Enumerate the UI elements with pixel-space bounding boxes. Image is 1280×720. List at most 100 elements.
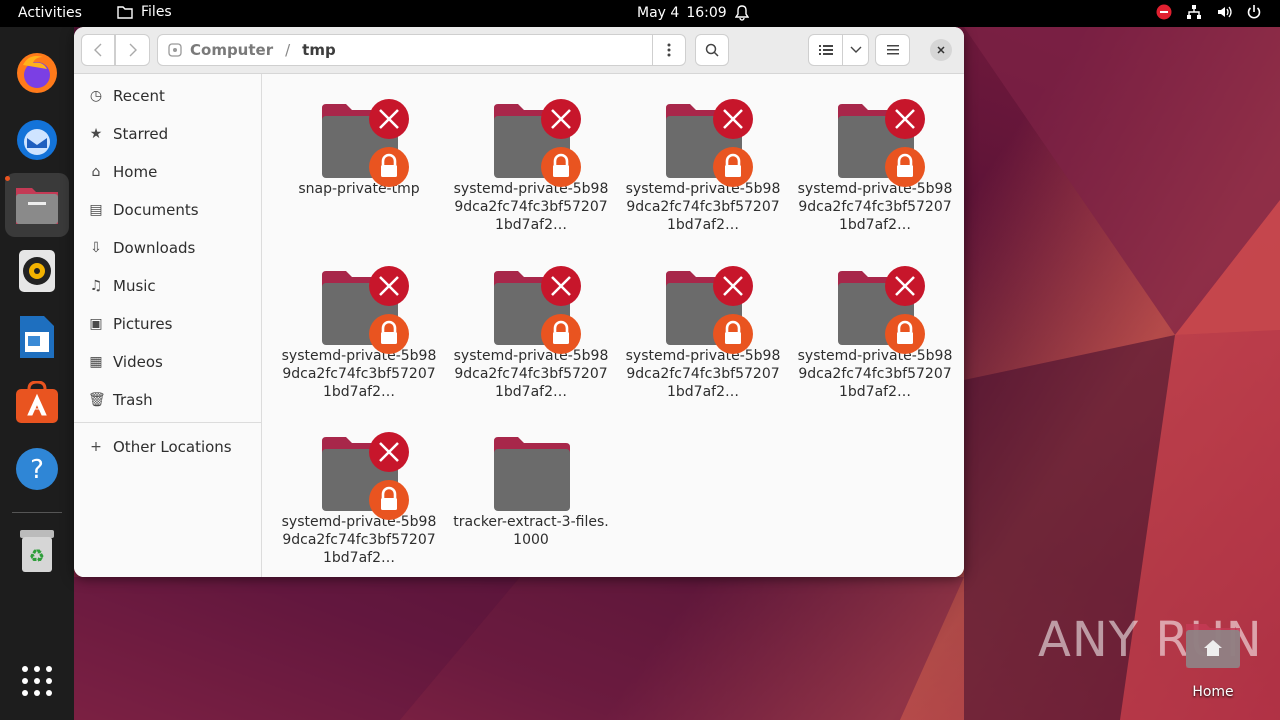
path-menu-button[interactable] (653, 43, 685, 57)
thunderbird-icon[interactable] (13, 115, 61, 163)
sidebar-item-pictures[interactable]: ▣ Pictures (88, 312, 172, 336)
dock-separator (12, 512, 62, 513)
sidebar-item-label: Music (113, 277, 156, 295)
view-toggle-button[interactable] (808, 34, 843, 66)
svg-text:?: ? (30, 455, 44, 485)
volume-icon[interactable] (1216, 4, 1232, 20)
sidebar-item-documents[interactable]: ▤ Documents (88, 198, 198, 222)
rhythmbox-icon[interactable] (13, 247, 61, 295)
sidebar-item-videos[interactable]: ▦ Videos (88, 350, 162, 374)
unreadable-emblem-icon (369, 432, 409, 472)
hamburger-icon (886, 45, 899, 55)
running-indicator (5, 176, 10, 181)
help-icon[interactable]: ? (13, 445, 61, 493)
folder-icon (117, 6, 133, 19)
file-item[interactable]: systemd-private-5b989dca2fc74fc3bf572071… (273, 417, 445, 567)
file-name: systemd-private-5b989dca2fc74fc3bf572071… (453, 181, 609, 233)
libreoffice-writer-icon[interactable] (13, 313, 61, 361)
clock[interactable]: May 4 16:09 (637, 5, 727, 21)
file-name: systemd-private-5b989dca2fc74fc3bf572071… (625, 181, 781, 233)
app-menu[interactable]: Files (117, 4, 172, 20)
file-item[interactable]: systemd-private-5b989dca2fc74fc3bf572071… (273, 251, 445, 401)
sidebar-item-recent[interactable]: ◷ Recent (88, 84, 165, 108)
file-name: systemd-private-5b989dca2fc74fc3bf572071… (625, 348, 781, 400)
system-tray[interactable] (1156, 4, 1262, 20)
unreadable-emblem-icon (713, 99, 753, 139)
file-icon (617, 84, 789, 187)
search-button[interactable] (695, 34, 729, 66)
file-name: snap-private-tmp (298, 181, 420, 197)
download-icon: ⇩ (90, 240, 102, 256)
file-grid: snap-private-tmp systemd-private-5b989dc… (263, 74, 964, 577)
sidebar-item-music[interactable]: ♫ Music (88, 274, 156, 298)
app-menu-label: Files (141, 4, 172, 20)
unreadable-emblem-icon (885, 266, 925, 306)
file-item[interactable]: systemd-private-5b989dca2fc74fc3bf572071… (789, 84, 961, 234)
file-item[interactable]: systemd-private-5b989dca2fc74fc3bf572071… (617, 84, 789, 234)
file-name: systemd-private-5b989dca2fc74fc3bf572071… (453, 348, 609, 400)
file-item[interactable]: systemd-private-5b989dca2fc74fc3bf572071… (445, 84, 617, 234)
document-icon: ▤ (89, 202, 103, 218)
sidebar-item-label: Pictures (113, 315, 173, 333)
bell-icon[interactable] (734, 5, 750, 25)
unreadable-emblem-icon (541, 99, 581, 139)
sidebar-separator (74, 422, 262, 423)
close-button[interactable] (930, 39, 952, 61)
unreadable-emblem-icon (713, 266, 753, 306)
network-icon[interactable] (1186, 4, 1202, 20)
forward-button[interactable] (115, 34, 150, 66)
svg-text:♻: ♻ (29, 546, 45, 567)
sidebar-item-other-locations[interactable]: + Other Locations (88, 435, 232, 459)
file-icon (445, 417, 617, 513)
sidebar-item-home[interactable]: ⌂ Home (88, 160, 158, 184)
path-root[interactable]: Computer (190, 41, 273, 59)
unreadable-emblem-icon (369, 99, 409, 139)
sidebar-item-label: Downloads (113, 239, 196, 257)
sidebar-item-label: Trash (113, 391, 153, 409)
ubuntu-software-icon[interactable] (13, 379, 61, 427)
file-item[interactable]: systemd-private-5b989dca2fc74fc3bf572071… (617, 251, 789, 401)
stop-icon[interactable] (1156, 4, 1172, 20)
kebab-menu-icon (667, 43, 671, 57)
home-folder-icon (1186, 624, 1240, 668)
file-item[interactable]: systemd-private-5b989dca2fc74fc3bf572071… (789, 251, 961, 401)
dock: ? ♻ (0, 27, 74, 720)
main-menu-button[interactable] (875, 34, 910, 66)
sidebar: ◷ Recent ★ Starred ⌂ Home ▤ Documents ⇩ … (74, 74, 262, 577)
sidebar-item-trash[interactable]: 🗑 Trash (88, 388, 153, 412)
files-icon[interactable] (5, 173, 69, 237)
show-apps-icon[interactable] (13, 657, 61, 705)
trash-icon[interactable]: ♻ (13, 527, 61, 575)
lock-emblem-icon (369, 314, 409, 354)
sidebar-item-downloads[interactable]: ⇩ Downloads (88, 236, 195, 260)
lock-emblem-icon (885, 314, 925, 354)
unreadable-emblem-icon (885, 99, 925, 139)
file-name: systemd-private-5b989dca2fc74fc3bf572071… (281, 514, 437, 566)
file-icon (445, 84, 617, 187)
plus-icon: + (90, 439, 102, 455)
file-name: systemd-private-5b989dca2fc74fc3bf572071… (797, 348, 953, 400)
picture-icon: ▣ (89, 316, 103, 332)
desktop-home-folder[interactable]: Home (1183, 620, 1243, 700)
activities-button[interactable]: Activities (18, 5, 82, 21)
chevron-left-icon (94, 43, 102, 57)
file-icon (617, 251, 789, 354)
sidebar-item-label: Starred (113, 125, 169, 143)
firefox-icon[interactable] (13, 49, 61, 97)
top-bar: Activities Files May 4 16:09 (0, 0, 1280, 27)
chevron-right-icon (129, 43, 137, 57)
sidebar-item-starred[interactable]: ★ Starred (88, 122, 168, 146)
file-icon (789, 251, 961, 354)
path-bar[interactable]: Computer / tmp (157, 34, 686, 66)
view-options-button[interactable] (842, 34, 869, 66)
music-icon: ♫ (89, 278, 103, 294)
back-button[interactable] (81, 34, 115, 66)
search-icon (705, 43, 719, 57)
file-item[interactable]: tracker-extract-3-files.1000 (445, 417, 617, 549)
sidebar-item-label: Recent (113, 87, 165, 105)
file-item[interactable]: systemd-private-5b989dca2fc74fc3bf572071… (445, 251, 617, 401)
power-icon[interactable] (1246, 4, 1262, 20)
star-icon: ★ (89, 126, 103, 142)
file-item[interactable]: snap-private-tmp (273, 84, 445, 198)
path-current[interactable]: tmp (302, 41, 336, 59)
